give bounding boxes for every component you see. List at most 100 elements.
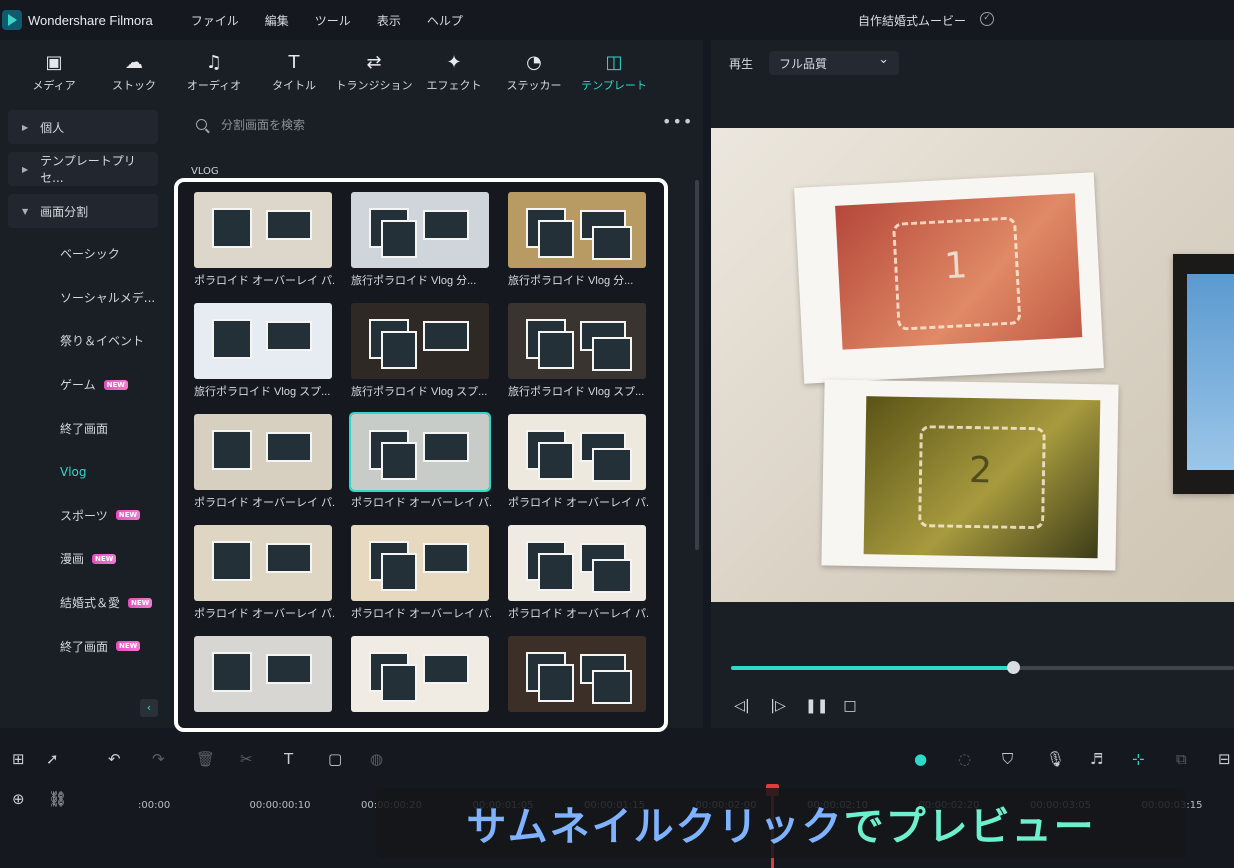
audio-track-icon[interactable]: ♬ [1090,750,1103,768]
preview-seekbar[interactable] [731,661,1234,674]
preview-canvas[interactable]: 1 2 [711,128,1234,602]
sidebar-item-end-screen-2[interactable]: 終了画面 NEW [0,624,172,668]
sidebar-item-end-screen[interactable]: 終了画面 [0,406,172,450]
template-card[interactable]: ポラロイド オーバーレイ パ... [194,192,334,288]
caret-right-icon: ▶ [22,122,29,132]
fit-timeline-icon[interactable]: ⊟ [1218,750,1231,768]
template-thumbnail[interactable] [508,414,646,490]
tab-transition[interactable]: ⇄ トランジション [334,52,414,93]
tab-template[interactable]: ◫ テンプレート [574,52,654,93]
sidebar-group-split-screen[interactable]: ▼ 画面分割 [8,194,158,228]
text-tool-icon[interactable]: T [284,750,293,768]
sidebar-item-vlog[interactable]: Vlog [0,450,172,494]
menu-bar: ファイル 編集 ツール 表示 ヘルプ [191,12,489,29]
template-thumbnail[interactable] [351,303,489,379]
template-thumbnail[interactable] [194,414,332,490]
sidebar-item-sports[interactable]: スポーツ NEW [0,494,172,538]
sidebar-item-manga[interactable]: 漫画 NEW [0,537,172,581]
template-thumbnail[interactable] [194,303,332,379]
quality-select[interactable]: フル品質 [769,51,900,75]
sidebar-item-wedding[interactable]: 結婚式＆愛 NEW [0,581,172,625]
search-bar[interactable]: 分割画面を検索 [196,116,305,133]
sidebar-item-game[interactable]: ゲーム NEW [0,363,172,407]
photo-slot [423,543,469,573]
project-name[interactable]: 自作結婚式ムービー [858,12,966,29]
template-card[interactable]: 旅行ポラロイド Vlog 分... [508,192,648,288]
next-frame-icon[interactable]: |▷ [769,698,787,714]
sidebar-group-personal[interactable]: ▶ 個人 [8,110,158,144]
menu-file[interactable]: ファイル [191,12,239,29]
template-thumbnail[interactable] [508,303,646,379]
search-icon [196,119,207,130]
microphone-icon[interactable]: 🎙 [1046,750,1065,768]
template-card[interactable]: 旅行ポラロイド Vlog スプ... [508,303,648,399]
template-card[interactable]: ポラロイド オーバーレイ パ... [351,525,491,621]
previous-frame-icon[interactable]: ◁| [733,698,751,714]
menu-view[interactable]: 表示 [377,12,401,29]
delete-icon[interactable]: 🗑 [196,750,215,768]
marker-icon[interactable]: ⛉ [1002,750,1013,768]
caret-down-icon: ▼ [22,206,29,216]
tab-title[interactable]: T タイトル [254,52,334,93]
pip-icon[interactable]: ⧉ [1176,750,1187,768]
snap-icon[interactable]: ⊹ [1132,750,1145,768]
template-thumbnail[interactable] [351,192,489,268]
stop-icon[interactable]: □ [841,698,859,714]
sidebar-item-festival[interactable]: 祭り＆イベント [0,319,172,363]
photo-slot [592,559,632,593]
tab-effect[interactable]: ✦ エフェクト [414,52,494,93]
photo-slot [423,432,469,462]
tab-audio[interactable]: ♫ オーディオ [174,52,254,93]
render-icon[interactable]: ◌ [958,750,971,768]
template-card[interactable]: ポラロイド オーバーレイ パ... [194,414,334,510]
template-card[interactable]: ポラロイド オーバーレイ パ... [194,525,334,621]
template-thumbnail[interactable] [508,192,646,268]
seekbar-handle[interactable] [1006,661,1020,674]
template-thumbnail[interactable] [194,525,332,601]
template-browser: 分割画面を検索 ••• VLOG ポラロイド オーバーレイ パ... 旅行ポラロイ… [172,102,703,732]
polaroid-slot-2[interactable]: 2 [821,379,1119,571]
template-thumbnail[interactable] [194,192,332,268]
menu-help[interactable]: ヘルプ [427,12,463,29]
template-thumbnail[interactable] [351,525,489,601]
template-card[interactable] [351,636,491,716]
pause-icon[interactable]: ❚❚ [805,698,828,714]
polaroid-slot-3[interactable] [1173,254,1234,494]
template-title: 旅行ポラロイド Vlog スプ... [351,386,488,398]
menu-edit[interactable]: 編集 [265,12,289,29]
template-card[interactable]: ポラロイド オーバーレイ パ... [349,412,491,510]
redo-icon[interactable]: ↷ [152,750,165,768]
template-thumbnail[interactable] [508,636,646,712]
ai-robot-icon[interactable]: ● [914,750,927,768]
crop-icon[interactable]: ▢ [328,750,342,768]
template-card[interactable] [508,636,648,716]
sidebar-item-social-media[interactable]: ソーシャルメデ... [0,276,172,320]
undo-icon[interactable]: ↶ [108,750,121,768]
template-thumbnail[interactable] [194,636,332,712]
template-card[interactable]: 旅行ポラロイド Vlog スプ... [351,303,491,399]
content-scrollbar[interactable] [695,180,699,550]
photo-slot [266,321,312,351]
collapse-sidebar-button[interactable]: ‹ [140,699,158,717]
template-card[interactable]: 旅行ポラロイド Vlog 分... [351,192,491,288]
tab-media[interactable]: ▣ メディア [14,52,94,93]
sidebar-item-basic[interactable]: ベーシック [0,232,172,276]
template-thumbnail[interactable] [349,412,491,492]
tab-stock[interactable]: ☁ ストック [94,52,174,93]
template-thumbnail[interactable] [351,636,489,712]
search-input[interactable]: 分割画面を検索 [221,116,305,133]
cut-icon[interactable]: ✂ [240,750,253,768]
polaroid-slot-1[interactable]: 1 [794,172,1104,384]
layout-grid-icon[interactable]: ⊞ [12,750,25,768]
template-card[interactable]: ポラロイド オーバーレイ パ... [508,525,648,621]
sidebar-group-template-presets[interactable]: ▶ テンプレートプリセ... [8,152,158,186]
color-palette-icon[interactable]: ◍ [370,750,383,768]
template-thumbnail[interactable] [508,525,646,601]
template-card[interactable]: 旅行ポラロイド Vlog スプ... [194,303,334,399]
menu-tools[interactable]: ツール [315,12,351,29]
select-arrow-icon[interactable]: ➚ [46,750,59,768]
template-card[interactable] [194,636,334,716]
tab-sticker[interactable]: ◔ ステッカー [494,52,574,93]
template-card[interactable]: ポラロイド オーバーレイ パ... [508,414,648,510]
more-options-icon[interactable]: ••• [662,112,693,131]
